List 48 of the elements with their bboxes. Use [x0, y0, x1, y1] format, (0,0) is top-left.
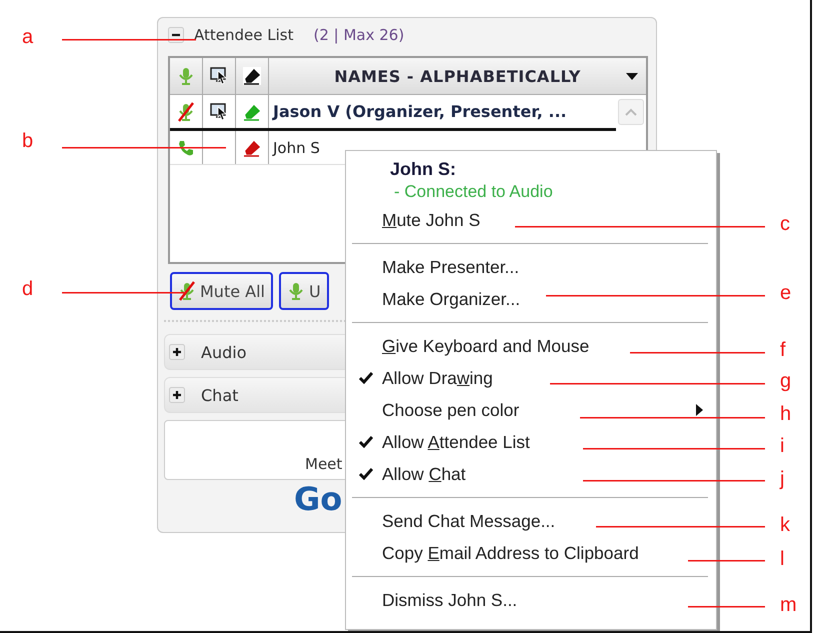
menu-item[interactable]: Make Organizer...: [350, 283, 710, 315]
menu-item[interactable]: Make Presenter...: [350, 251, 710, 283]
callout-letter: g: [780, 370, 792, 393]
callout-letter: e: [780, 282, 792, 305]
callout-letter: h: [780, 403, 792, 426]
check-icon: [359, 436, 373, 448]
callout-letter: a: [22, 26, 34, 49]
menu-item[interactable]: Send Chat Message...: [350, 505, 710, 537]
menu-item[interactable]: Dismiss John S...: [350, 584, 710, 616]
attendee-name[interactable]: John S: [269, 131, 320, 164]
menu-item[interactable]: Allow Chat: [350, 458, 710, 490]
attendee-count: (2 | Max 26): [313, 26, 404, 44]
attendee-name[interactable]: Jason V (Organizer, Presenter, ...: [269, 95, 567, 128]
callout-letter: l: [780, 548, 784, 571]
callout-letter: b: [22, 130, 34, 153]
mic-icon: [177, 66, 195, 86]
screen-pointer-icon: [210, 102, 228, 120]
screen-pointer-icon: [210, 67, 228, 85]
expand-icon[interactable]: [169, 387, 185, 403]
callout-letter: f: [780, 339, 786, 362]
audio-button[interactable]: U: [278, 272, 329, 310]
audio-status: - Connected to Audio: [393, 181, 554, 203]
logo-text: Go: [294, 480, 342, 518]
submenu-arrow-icon: [696, 404, 703, 416]
info-text: Meet: [305, 455, 342, 473]
callout-letter: k: [780, 514, 790, 537]
menu-item[interactable]: Give Keyboard and Mouse: [350, 330, 710, 362]
callout-letter: d: [22, 278, 34, 301]
check-icon: [359, 468, 373, 480]
menu-item[interactable]: Choose pen color: [350, 394, 710, 426]
menu-heading: John S:: [389, 158, 457, 180]
marker-icon: [243, 67, 261, 85]
menu-item[interactable]: Allow Attendee List: [350, 426, 710, 458]
menu-item[interactable]: Copy Email Address to Clipboard: [350, 537, 710, 569]
callout-letter: m: [780, 594, 797, 617]
menu-item[interactable]: Mute John S: [350, 204, 710, 236]
callout-letter: i: [780, 435, 784, 458]
check-icon: [359, 372, 373, 384]
expand-icon[interactable]: [169, 344, 185, 360]
panel-title: Attendee List: [194, 26, 294, 44]
dropdown-arrow-icon: [626, 73, 638, 80]
section-title: Audio: [201, 342, 246, 362]
menu-item[interactable]: Allow Drawing: [350, 362, 710, 394]
callout-letter: j: [780, 468, 784, 491]
collapse-icon[interactable]: [168, 27, 184, 43]
callout-letter: c: [780, 213, 790, 236]
audio-button[interactable]: Mute All: [170, 272, 273, 310]
section-title: Chat: [201, 386, 238, 404]
